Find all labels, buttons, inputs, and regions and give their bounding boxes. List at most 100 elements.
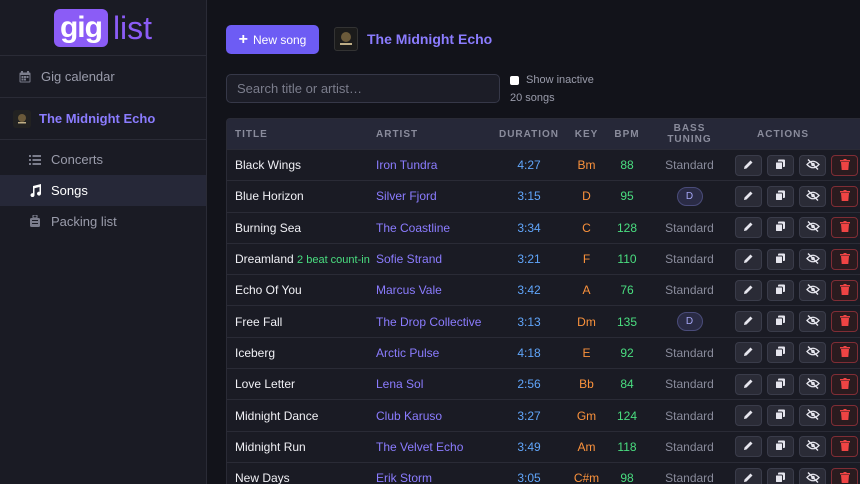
copy-icon	[775, 408, 786, 423]
song-title: Dreamland 2 beat count-in	[227, 252, 376, 266]
delete-button[interactable]	[831, 279, 858, 301]
column-artist[interactable]: ARTIST	[376, 129, 489, 140]
duplicate-button[interactable]	[767, 279, 794, 301]
show-inactive-toggle[interactable]: Show inactive	[510, 74, 594, 86]
hide-button[interactable]	[799, 154, 826, 176]
delete-button[interactable]	[831, 248, 858, 270]
column-title[interactable]: TITLE	[227, 129, 376, 140]
song-artist[interactable]: Erik Storm	[376, 471, 489, 484]
sidebar-item-songs[interactable]: Songs	[0, 175, 206, 206]
duplicate-button[interactable]	[767, 373, 794, 395]
luggage-icon	[27, 215, 43, 228]
song-artist[interactable]: Arctic Pulse	[376, 346, 489, 360]
duplicate-button[interactable]	[767, 185, 794, 207]
edit-button[interactable]	[735, 154, 762, 176]
edit-button[interactable]	[735, 311, 762, 333]
edit-button[interactable]	[735, 373, 762, 395]
delete-button[interactable]	[831, 373, 858, 395]
edit-button[interactable]	[735, 467, 762, 484]
sidebar-item-concerts[interactable]: Concerts	[0, 144, 206, 175]
edit-button[interactable]	[735, 342, 762, 364]
song-artist[interactable]: Silver Fjord	[376, 189, 489, 203]
table-row[interactable]: Free Fall The Drop Collective 3:13 Dm 13…	[227, 306, 860, 338]
song-key: Gm	[576, 408, 597, 423]
row-actions	[729, 342, 860, 364]
duplicate-button[interactable]	[767, 342, 794, 364]
song-artist[interactable]: Marcus Vale	[376, 283, 489, 297]
delete-button[interactable]	[831, 342, 858, 364]
search-input[interactable]: Search title or artist…	[226, 74, 500, 103]
show-inactive-checkbox[interactable]	[510, 75, 519, 85]
row-actions	[729, 154, 860, 176]
delete-button[interactable]	[831, 217, 858, 239]
trash-icon	[839, 252, 850, 267]
song-title: Blue Horizon	[227, 189, 376, 203]
song-artist[interactable]: The Velvet Echo	[376, 440, 489, 454]
column-bass-tuning[interactable]: BASS TUNING	[650, 123, 729, 145]
song-artist[interactable]: The Drop Collective	[376, 315, 489, 329]
duplicate-button[interactable]	[767, 154, 794, 176]
trash-icon	[839, 408, 850, 423]
hide-button[interactable]	[799, 467, 826, 484]
hide-button[interactable]	[799, 217, 826, 239]
pencil-icon	[743, 314, 754, 329]
hide-button[interactable]	[799, 185, 826, 207]
column-key[interactable]: KEY	[569, 129, 604, 140]
delete-button[interactable]	[831, 467, 858, 484]
table-row[interactable]: Burning Sea The Coastline 3:34 C 128 Sta…	[227, 213, 860, 244]
sidebar-item-packing-list[interactable]: Packing list	[0, 206, 206, 237]
edit-button[interactable]	[735, 248, 762, 270]
hide-button[interactable]	[799, 405, 826, 427]
eye-off-icon	[805, 408, 820, 423]
song-duration: 3:21	[517, 252, 541, 267]
trash-icon	[839, 314, 850, 329]
edit-button[interactable]	[735, 405, 762, 427]
edit-button[interactable]	[735, 436, 762, 458]
duplicate-button[interactable]	[767, 248, 794, 270]
edit-button[interactable]	[735, 217, 762, 239]
delete-button[interactable]	[831, 405, 858, 427]
table-row[interactable]: Blue Horizon Silver Fjord 3:15 D 95 D	[227, 181, 860, 213]
duplicate-button[interactable]	[767, 217, 794, 239]
hide-button[interactable]	[799, 311, 826, 333]
duplicate-button[interactable]	[767, 405, 794, 427]
sidebar-item-gig-calendar[interactable]: Gig calendar	[0, 56, 206, 98]
table-row[interactable]: Echo Of You Marcus Vale 3:42 A 76 Standa…	[227, 275, 860, 307]
song-artist[interactable]: Iron Tundra	[376, 158, 489, 172]
hide-button[interactable]	[799, 248, 826, 270]
song-artist[interactable]: Club Karuso	[376, 409, 489, 423]
hide-button[interactable]	[799, 342, 826, 364]
edit-button[interactable]	[735, 185, 762, 207]
table-row[interactable]: Midnight Run The Velvet Echo 3:49 Am 118…	[227, 432, 860, 463]
song-artist[interactable]: Lena Sol	[376, 377, 489, 391]
song-duration: 4:18	[517, 345, 541, 360]
duplicate-button[interactable]	[767, 436, 794, 458]
new-song-button[interactable]: + New song	[226, 25, 319, 54]
column-duration[interactable]: DURATION	[489, 129, 569, 140]
delete-button[interactable]	[831, 154, 858, 176]
table-header: TITLE ARTIST DURATION KEY BPM BASS TUNIN…	[227, 119, 860, 150]
table-row[interactable]: Dreamland 2 beat count-in Sofie Strand 3…	[227, 244, 860, 276]
duplicate-button[interactable]	[767, 311, 794, 333]
song-artist[interactable]: Sofie Strand	[376, 252, 489, 266]
table-row[interactable]: Midnight Dance Club Karuso 3:27 Gm 124 S…	[227, 400, 860, 432]
app-logo[interactable]: gig list	[0, 0, 206, 56]
tuning-text: Standard	[665, 252, 714, 267]
table-row[interactable]: New Days Erik Storm 3:05 C#m 98 Standard	[227, 463, 860, 484]
hide-button[interactable]	[799, 373, 826, 395]
column-bpm[interactable]: BPM	[604, 129, 650, 140]
table-row[interactable]: Love Letter Lena Sol 2:56 Bb 84 Standard	[227, 369, 860, 401]
band-header: The Midnight Echo	[334, 27, 492, 51]
hide-button[interactable]	[799, 436, 826, 458]
table-row[interactable]: Iceberg Arctic Pulse 4:18 E 92 Standard	[227, 338, 860, 370]
edit-button[interactable]	[735, 279, 762, 301]
eye-off-icon	[805, 314, 820, 329]
table-row[interactable]: Black Wings Iron Tundra 4:27 Bm 88 Stand…	[227, 150, 860, 182]
sidebar-item-band[interactable]: The Midnight Echo	[0, 98, 206, 140]
delete-button[interactable]	[831, 185, 858, 207]
hide-button[interactable]	[799, 279, 826, 301]
delete-button[interactable]	[831, 436, 858, 458]
song-artist[interactable]: The Coastline	[376, 221, 489, 235]
duplicate-button[interactable]	[767, 467, 794, 484]
delete-button[interactable]	[831, 311, 858, 333]
